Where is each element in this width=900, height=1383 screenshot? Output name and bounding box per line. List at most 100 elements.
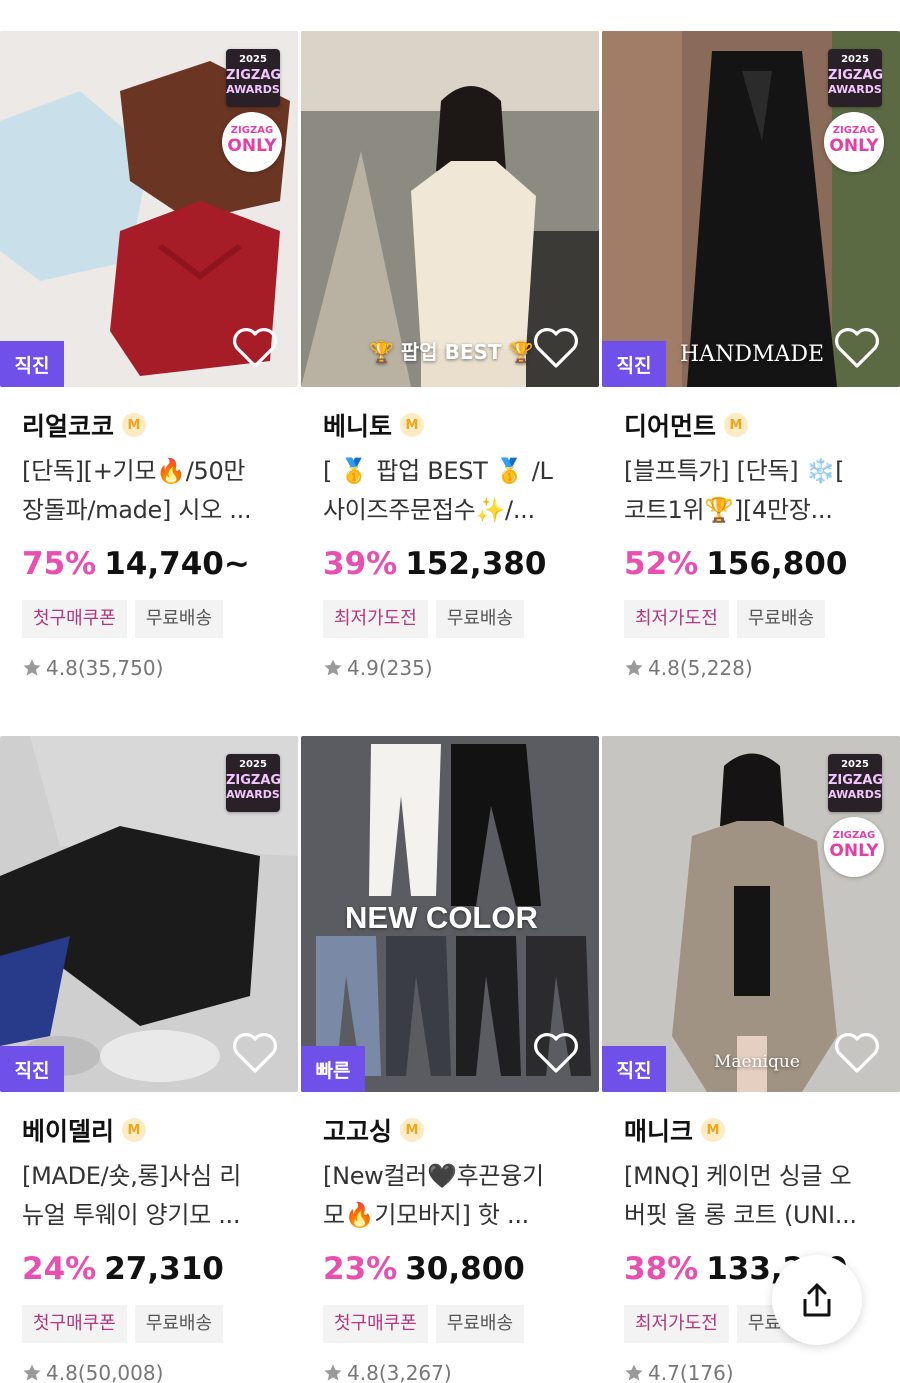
delivery-chip: 빠른 — [301, 1046, 365, 1092]
store-grade-badge: M — [701, 1118, 726, 1142]
rating: 4.8 (3,267) — [323, 1355, 585, 1383]
heart-outline-icon[interactable] — [533, 1032, 579, 1074]
rating-score: 4.9 — [347, 656, 379, 680]
coupon-tag: 첫구매쿠폰 — [323, 1305, 428, 1343]
price: 152,380 — [405, 546, 547, 582]
discount-rate: 39% — [323, 546, 398, 582]
heart-outline-icon[interactable] — [232, 1032, 278, 1074]
delivery-chip: 직진 — [0, 1046, 64, 1092]
store-grade-badge: M — [724, 413, 749, 437]
discount-rate: 24% — [22, 1251, 97, 1287]
zigzag-only-badge: ZIGZAG ONLY — [824, 112, 884, 172]
product-card[interactable]: 2025 ZIGZAG AWARDS ZIGZAG ONLY HANDMADE … — [602, 0, 900, 680]
star-icon — [324, 659, 342, 676]
star-icon — [625, 1364, 643, 1381]
delivery-chip: 직진 — [602, 341, 666, 387]
heart-outline-icon[interactable] — [533, 327, 579, 369]
coupon-tag: 첫구매쿠폰 — [22, 1305, 127, 1343]
product-title[interactable]: [ 🥇 팝업 BEST 🥇 /L 사이즈주문접수✨/... — [323, 452, 585, 530]
zigzag-only-badge: ZIGZAG ONLY — [824, 817, 884, 877]
product-title[interactable]: [MADE/숏,롱]사심 리 뉴얼 투웨이 양기모 ... — [22, 1157, 284, 1235]
zigzag-awards-badge: 2025 ZIGZAG AWARDS — [828, 49, 883, 107]
product-title[interactable]: [블프특가] [단독] ❄️[ 코트1위🏆][4만장... — [624, 452, 886, 530]
star-icon — [23, 1364, 41, 1381]
product-card[interactable]: 2025 ZIGZAG AWARDS 직진 베이델리 M [MADE/숏,롱]사… — [0, 705, 298, 1383]
rating: 4.8 (5,228) — [624, 650, 886, 686]
share-icon — [803, 1283, 831, 1317]
product-info: 베니토 M [ 🥇 팝업 BEST 🥇 /L 사이즈주문접수✨/... 39% … — [323, 408, 585, 686]
product-card[interactable]: 2025 ZIGZAG AWARDS ZIGZAG ONLY 직진 리얼코코 M… — [0, 0, 298, 680]
zigzag-only-badge: ZIGZAG ONLY — [222, 112, 282, 172]
lowest-price-tag: 최저가도전 — [624, 600, 729, 638]
rating: 4.8 (35,750) — [22, 650, 284, 686]
delivery-chip: 직진 — [0, 341, 64, 387]
heart-outline-icon[interactable] — [834, 1032, 880, 1074]
product-card[interactable]: 🏆 팝업 BEST 🏆 베니토 M [ 🥇 팝업 BEST 🥇 /L 사이즈주문… — [301, 0, 599, 680]
star-icon — [23, 659, 41, 676]
price: 14,740~ — [104, 546, 250, 582]
price-row: 39% 152,380 — [323, 546, 585, 586]
lowest-price-tag: 최저가도전 — [323, 600, 428, 638]
shipping-tag: 무료배송 — [134, 600, 224, 638]
product-info: 고고싱 M [New컬러🖤후끈융기 모🔥기모바지] 핫 ... 23% 30,8… — [323, 1113, 585, 1383]
price: 30,800 — [405, 1251, 525, 1287]
review-count: (176) — [679, 1361, 734, 1383]
price-row: 52% 156,800 — [624, 546, 886, 586]
discount-rate: 75% — [22, 546, 97, 582]
rating-score: 4.8 — [46, 656, 78, 680]
zigzag-awards-badge: 2025 ZIGZAG AWARDS — [828, 754, 883, 812]
rating: 4.9 (235) — [323, 650, 585, 686]
store-name[interactable]: 매니크 M — [624, 1113, 886, 1147]
product-info: 매니크 M [MNQ] 케이먼 싱글 오 버핏 울 롱 코트 (UNI... 3… — [624, 1113, 886, 1383]
tag-list: 최저가도전 무료배송 — [624, 600, 886, 638]
product-title[interactable]: [MNQ] 케이먼 싱글 오 버핏 울 롱 코트 (UNI... — [624, 1157, 886, 1235]
product-image[interactable]: 🏆 팝업 BEST 🏆 — [301, 31, 599, 387]
star-icon — [625, 659, 643, 676]
store-grade-badge: M — [122, 413, 147, 437]
zigzag-awards-badge: 2025 ZIGZAG AWARDS — [226, 754, 281, 812]
product-image[interactable]: 2025 ZIGZAG AWARDS ZIGZAG ONLY 직진 — [0, 31, 298, 387]
product-title[interactable]: [New컬러🖤후끈융기 모🔥기모바지] 핫 ... — [323, 1157, 585, 1235]
tag-list: 첫구매쿠폰 무료배송 — [22, 600, 284, 638]
store-name[interactable]: 고고싱 M — [323, 1113, 585, 1147]
coupon-tag: 첫구매쿠폰 — [22, 600, 127, 638]
handmade-label: HANDMADE — [680, 342, 825, 367]
review-count: (50,008) — [77, 1361, 164, 1383]
price: 156,800 — [706, 546, 848, 582]
tag-list: 첫구매쿠폰 무료배송 — [323, 1305, 585, 1343]
store-grade-badge: M — [400, 1118, 425, 1142]
shipping-tag: 무료배송 — [134, 1305, 224, 1343]
product-info: 리얼코코 M [단독][+기모🔥/50만 장돌파/made] 시오 ... 75… — [22, 408, 284, 686]
price: 27,310 — [104, 1251, 224, 1287]
rating-score: 4.8 — [347, 1361, 379, 1383]
store-name[interactable]: 베이델리 M — [22, 1113, 284, 1147]
delivery-chip: 직진 — [602, 1046, 666, 1092]
rating-score: 4.8 — [648, 656, 680, 680]
product-image[interactable]: 2025 ZIGZAG AWARDS ZIGZAG ONLY HANDMADE … — [602, 31, 900, 387]
store-name[interactable]: 디어먼트 M — [624, 408, 886, 442]
popup-best-label: 🏆 팝업 BEST 🏆 — [369, 340, 534, 364]
store-name[interactable]: 리얼코코 M — [22, 408, 284, 442]
store-grade-badge: M — [400, 413, 425, 437]
product-title[interactable]: [단독][+기모🔥/50만 장돌파/made] 시오 ... — [22, 452, 284, 530]
brand-watermark: Maenique — [714, 1052, 800, 1072]
review-count: (5,228) — [679, 656, 753, 680]
rating: 4.8 (50,008) — [22, 1355, 284, 1383]
store-grade-badge: M — [122, 1118, 147, 1142]
shipping-tag: 무료배송 — [435, 1305, 525, 1343]
product-card[interactable]: NEW COLOR 빠른 고고싱 M [New컬러🖤후끈융기 모🔥기모바지] 핫… — [301, 705, 599, 1383]
store-name[interactable]: 베니토 M — [323, 408, 585, 442]
zigzag-awards-badge: 2025 ZIGZAG AWARDS — [226, 49, 281, 107]
review-count: (235) — [378, 656, 433, 680]
heart-outline-icon[interactable] — [232, 327, 278, 369]
product-info: 디어먼트 M [블프특가] [단독] ❄️[ 코트1위🏆][4만장... 52%… — [624, 408, 886, 686]
rating-score: 4.8 — [46, 1361, 78, 1383]
product-image[interactable]: 2025 ZIGZAG AWARDS 직진 — [0, 736, 298, 1092]
review-count: (3,267) — [378, 1361, 452, 1383]
price-row: 75% 14,740~ — [22, 546, 284, 586]
share-button[interactable] — [772, 1255, 862, 1345]
tag-list: 최저가도전 무료배송 — [323, 600, 585, 638]
product-image[interactable]: 2025 ZIGZAG AWARDS ZIGZAG ONLY Maenique … — [602, 736, 900, 1092]
heart-outline-icon[interactable] — [834, 327, 880, 369]
product-image[interactable]: NEW COLOR 빠른 — [301, 736, 599, 1092]
